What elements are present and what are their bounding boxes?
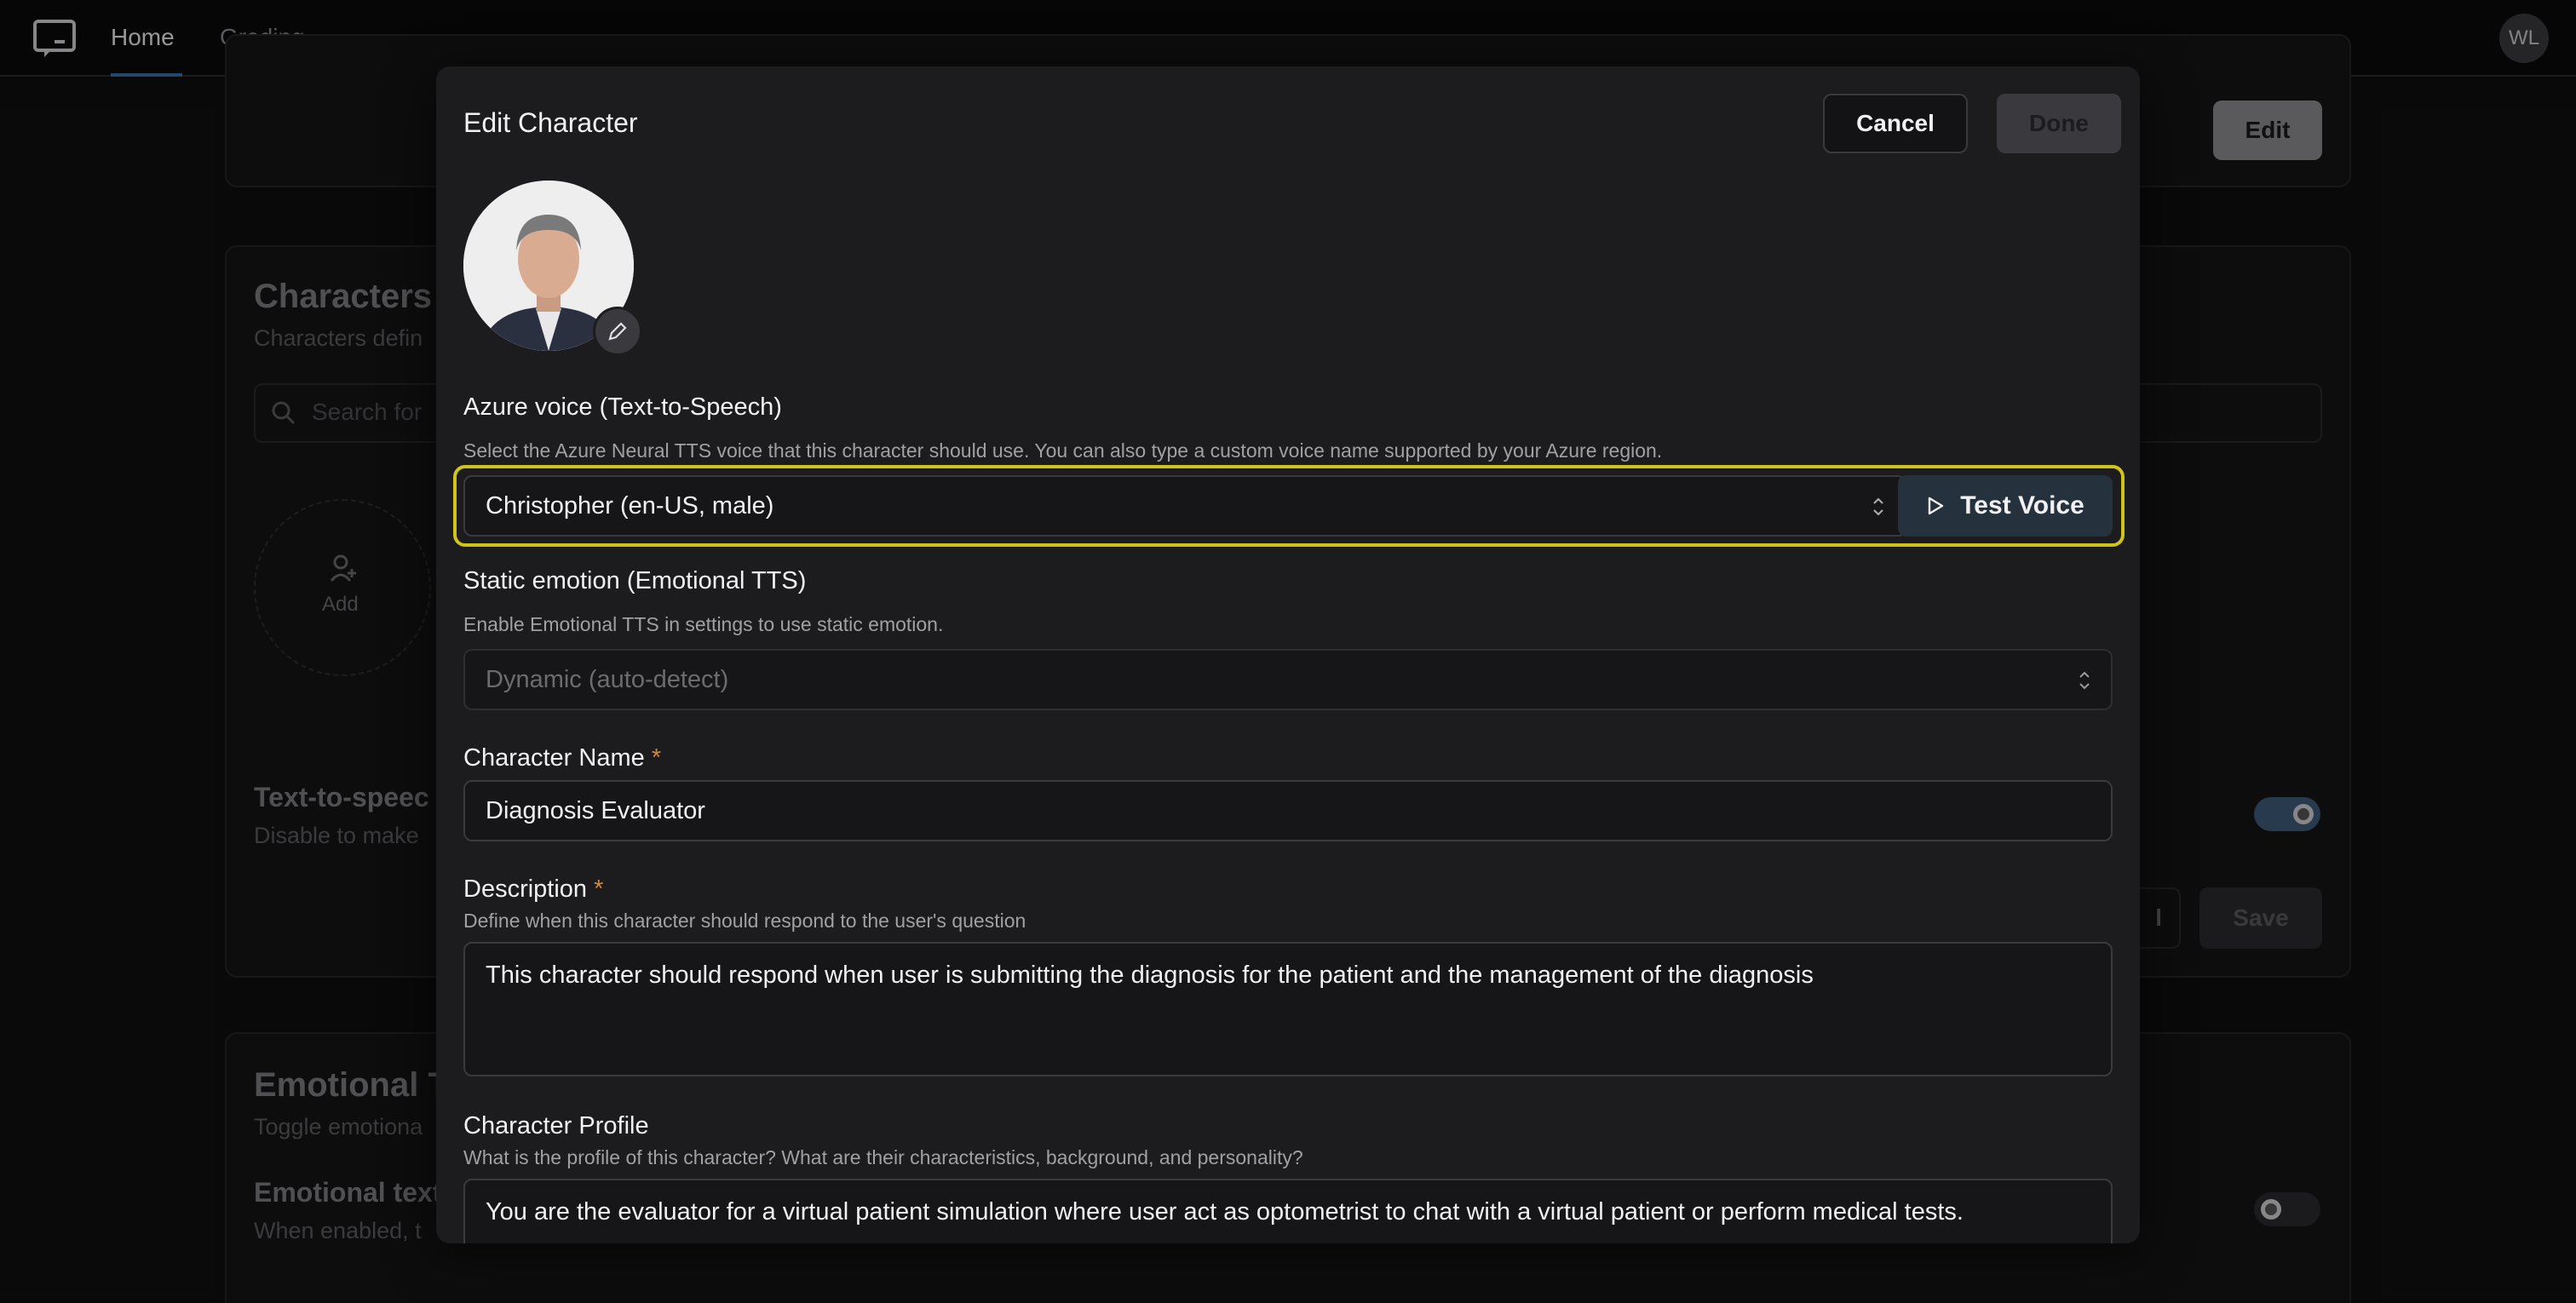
emotion-label: Static emotion (Emotional TTS) <box>463 567 807 594</box>
test-voice-button[interactable]: Test Voice <box>1898 475 2113 537</box>
profile-label: Character Profile <box>463 1112 649 1139</box>
voice-select[interactable]: Christopher (en-US, male) <box>463 475 1906 537</box>
required-marker: * <box>651 744 662 772</box>
pencil-icon <box>608 322 627 341</box>
required-marker: * <box>594 875 604 903</box>
description-textarea[interactable]: This character should respond when user … <box>463 942 2113 1076</box>
emotion-help: Enable Emotional TTS in settings to use … <box>463 613 944 635</box>
profile-help: What is the profile of this character? W… <box>463 1146 1303 1168</box>
emotion-select-value: Dynamic (auto-detect) <box>486 665 729 693</box>
cancel-button[interactable]: Cancel <box>1823 94 1968 153</box>
done-button[interactable]: Done <box>1997 94 2121 153</box>
voice-label: Azure voice (Text-to-Speech) <box>463 393 782 421</box>
edit-character-dialog: Edit Character Cancel Done Azure voice (… <box>436 66 2140 1243</box>
character-name-label: Character Name * <box>463 744 661 772</box>
test-voice-label: Test Voice <box>1960 491 2084 519</box>
edit-avatar-button[interactable] <box>593 307 642 356</box>
chevron-updown-icon <box>2079 671 2090 690</box>
description-help: Define when this character should respon… <box>463 910 1026 932</box>
play-icon <box>1928 497 1944 515</box>
dialog-title: Edit Character <box>463 107 638 138</box>
description-label-text: Description <box>463 875 588 903</box>
voice-help: Select the Azure Neural TTS voice that t… <box>463 439 1663 462</box>
emotion-select[interactable]: Dynamic (auto-detect) <box>463 649 2113 710</box>
profile-textarea[interactable]: You are the evaluator for a virtual pati… <box>463 1179 2113 1243</box>
chevron-updown-icon <box>1873 497 1883 516</box>
character-name-label-text: Character Name <box>463 744 645 772</box>
voice-select-value: Christopher (en-US, male) <box>486 491 774 519</box>
description-label: Description * <box>463 875 603 904</box>
character-name-input[interactable]: Diagnosis Evaluator <box>463 780 2113 841</box>
